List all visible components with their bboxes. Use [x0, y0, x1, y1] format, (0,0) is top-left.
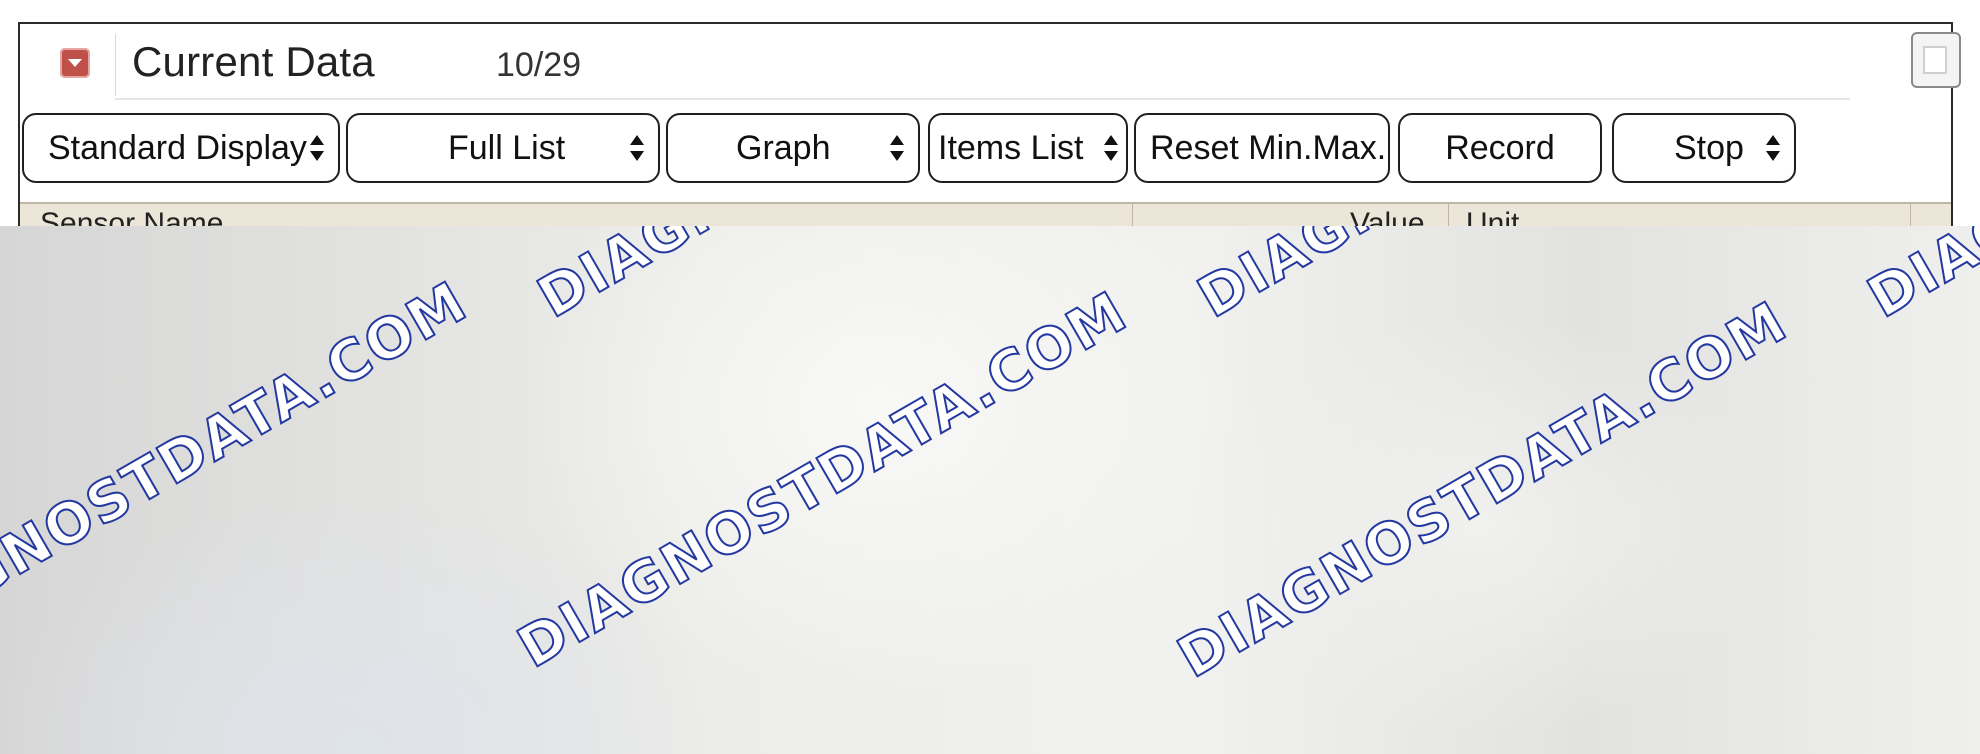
window-restore-icon[interactable]: [1911, 32, 1961, 88]
reset-min-max-button[interactable]: Reset Min.Max.: [1134, 113, 1390, 183]
stop-select[interactable]: Stop: [1612, 113, 1796, 183]
collapse-arrow-icon[interactable]: [60, 48, 90, 78]
item-count: 10/29: [496, 46, 582, 84]
reset-min-max-label: Reset Min.Max.: [1150, 128, 1387, 167]
record-button[interactable]: Record: [1398, 113, 1602, 183]
graph-label: Graph: [736, 128, 831, 167]
page-title: Current Data: [132, 38, 375, 85]
select-arrows-icon: [890, 135, 904, 165]
stop-label: Stop: [1674, 128, 1744, 167]
watermark-area: DIAGNOSTDATA.COM DIAGNOSTDATA.COM DIAGNO…: [0, 226, 1980, 754]
full-list-select[interactable]: Full List: [346, 113, 660, 183]
watermark-logo: DIAGNOSTDATA.COM: [0, 268, 479, 672]
select-arrows-icon: [1766, 135, 1780, 165]
select-arrows-icon: [630, 135, 644, 165]
record-label: Record: [1445, 128, 1555, 167]
panel-titlebar: Current Data 10/29: [20, 24, 1961, 100]
title-divider: [115, 34, 116, 96]
watermark-logo: DIAGNOSTDATA.COM: [0, 226, 559, 232]
select-arrows-icon: [310, 135, 324, 165]
watermark-logo: DIAGNOSTDATA.COM: [1167, 288, 1800, 692]
watermark-logo: DIAGNOSTDATA.COM: [507, 278, 1140, 682]
graph-select[interactable]: Graph: [666, 113, 920, 183]
standard-display-select[interactable]: Standard Display: [22, 113, 340, 183]
full-list-label: Full List: [448, 128, 566, 167]
select-arrows-icon: [1104, 135, 1118, 165]
watermark-logo: DIAGNOSTDATA.COM: [1857, 226, 1980, 332]
title-underline: [115, 98, 1850, 100]
items-list-select[interactable]: Items List: [928, 113, 1128, 183]
items-list-label: Items List: [938, 128, 1084, 167]
toolbar: Standard Display Full List Graph Items L…: [20, 113, 1951, 185]
current-data-panel: Current Data 10/29 Standard Display Full…: [18, 22, 1961, 230]
standard-display-label: Standard Display: [48, 128, 307, 167]
